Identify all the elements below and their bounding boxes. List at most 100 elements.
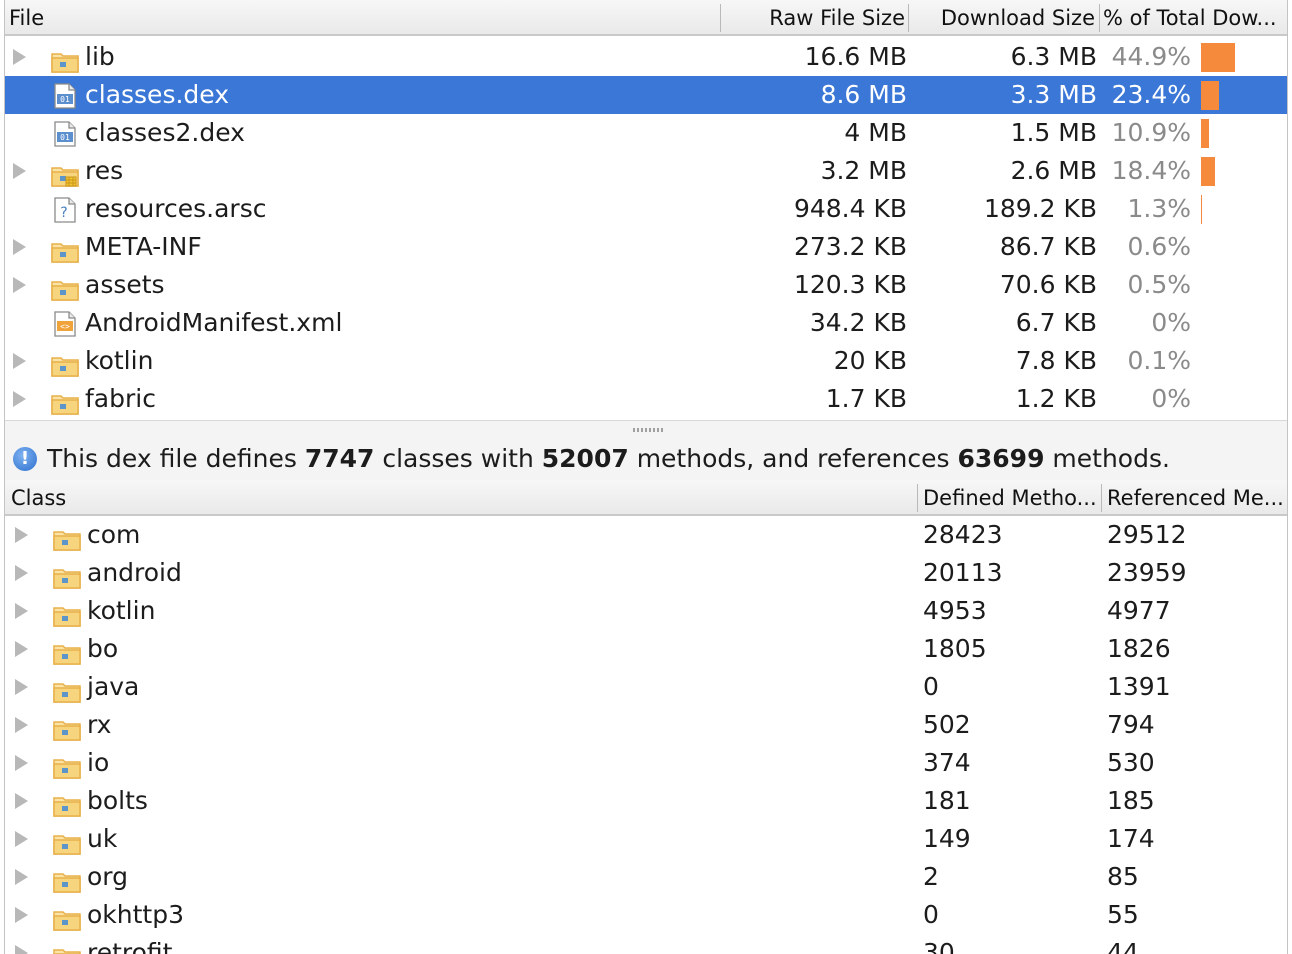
dex-file-icon: 01	[54, 82, 76, 109]
percent-of-total: 10.9%	[1111, 118, 1191, 147]
percent-of-total: 0.6%	[1127, 232, 1191, 261]
expand-arrow-icon[interactable]	[15, 679, 28, 695]
referenced-methods: 1391	[1107, 672, 1171, 701]
column-header-defined-methods[interactable]: Defined Metho...	[923, 480, 1099, 514]
package-name: android	[87, 558, 182, 587]
file-row[interactable]: ? resources.arsc 948.4 KB 189.2 KB 1.3%	[5, 190, 1287, 228]
file-table-header: File Raw File Size Download Size % of To…	[5, 0, 1287, 36]
expand-arrow-icon[interactable]	[13, 163, 26, 179]
class-row[interactable]: uk 149 174	[5, 820, 1287, 858]
expand-arrow-icon[interactable]	[15, 565, 28, 581]
file-row[interactable]: 01 classes.dex 8.6 MB 3.3 MB 23.4%	[5, 76, 1287, 114]
file-row[interactable]: fabric 1.7 KB 1.2 KB 0%	[5, 380, 1287, 418]
class-row[interactable]: io 374 530	[5, 744, 1287, 782]
expand-arrow-icon[interactable]	[15, 945, 28, 954]
package-folder-icon	[53, 904, 81, 931]
class-row[interactable]: android 20113 23959	[5, 554, 1287, 592]
percent-of-total: 18.4%	[1111, 156, 1191, 185]
percent-bar	[1201, 81, 1219, 110]
download-size: 2.6 MB	[1010, 156, 1097, 185]
file-row[interactable]: kotlin 20 KB 7.8 KB 0.1%	[5, 342, 1287, 380]
download-size: 6.3 MB	[1010, 42, 1097, 71]
percent-of-total: 0%	[1151, 384, 1191, 413]
defined-methods: 2	[923, 862, 939, 891]
column-header-raw-size[interactable]: Raw File Size	[721, 0, 907, 34]
expand-arrow-icon[interactable]	[13, 239, 26, 255]
expand-arrow-icon[interactable]	[15, 641, 28, 657]
package-folder-icon	[53, 562, 81, 589]
expand-arrow-icon[interactable]	[13, 49, 26, 65]
expand-arrow-icon[interactable]	[15, 527, 28, 543]
file-name: kotlin	[85, 346, 154, 375]
package-name: okhttp3	[87, 900, 184, 929]
raw-size: 16.6 MB	[804, 42, 907, 71]
expand-arrow-icon[interactable]	[13, 277, 26, 293]
expand-arrow-icon[interactable]	[15, 831, 28, 847]
file-row[interactable]: lib 16.6 MB 6.3 MB 44.9%	[5, 38, 1287, 76]
expand-arrow-icon[interactable]	[13, 353, 26, 369]
package-name: rx	[87, 710, 112, 739]
file-row[interactable]: 01 classes2.dex 4 MB 1.5 MB 10.9%	[5, 114, 1287, 152]
referenced-methods: 185	[1107, 786, 1155, 815]
column-header-file[interactable]: File	[9, 0, 709, 34]
package-folder-icon	[53, 942, 81, 954]
defined-methods: 1805	[923, 634, 987, 663]
referenced-methods: 85	[1107, 862, 1139, 891]
raw-size: 4 MB	[844, 118, 907, 147]
defined-methods: 0	[923, 672, 939, 701]
percent-of-total: 23.4%	[1111, 80, 1191, 109]
column-header-download-size[interactable]: Download Size	[909, 0, 1097, 34]
package-name: io	[87, 748, 110, 777]
file-row[interactable]: res 3.2 MB 2.6 MB 18.4%	[5, 152, 1287, 190]
defined-methods: 181	[923, 786, 971, 815]
file-row[interactable]: assets 120.3 KB 70.6 KB 0.5%	[5, 266, 1287, 304]
expand-arrow-icon[interactable]	[15, 603, 28, 619]
expand-arrow-icon[interactable]	[15, 869, 28, 885]
class-row[interactable]: java 0 1391	[5, 668, 1287, 706]
percent-of-total: 0.5%	[1127, 270, 1191, 299]
package-folder-icon	[53, 790, 81, 817]
class-row[interactable]: bolts 181 185	[5, 782, 1287, 820]
column-header-class[interactable]: Class	[11, 480, 911, 514]
column-header-referenced-methods[interactable]: Referenced Me...	[1107, 480, 1285, 514]
expand-arrow-icon[interactable]	[15, 755, 28, 771]
expand-arrow-icon[interactable]	[15, 717, 28, 733]
percent-bar	[1201, 119, 1209, 148]
expand-arrow-icon[interactable]	[15, 793, 28, 809]
class-row[interactable]: kotlin 4953 4977	[5, 592, 1287, 630]
expand-arrow-icon[interactable]	[13, 391, 26, 407]
splitter-grip-icon[interactable]	[633, 428, 663, 432]
svg-text:01: 01	[60, 95, 70, 104]
class-row[interactable]: bo 1805 1826	[5, 630, 1287, 668]
percent-of-total: 0.1%	[1127, 346, 1191, 375]
folder-icon	[51, 350, 79, 377]
class-table-header: Class Defined Metho... Referenced Me...	[5, 480, 1287, 516]
folder-icon	[51, 388, 79, 415]
defined-methods: 0	[923, 900, 939, 929]
class-row[interactable]: rx 502 794	[5, 706, 1287, 744]
download-size: 7.8 KB	[1015, 346, 1097, 375]
percent-of-total: 0%	[1151, 308, 1191, 337]
file-name: assets	[85, 270, 165, 299]
package-folder-icon	[53, 714, 81, 741]
svg-text:01: 01	[60, 133, 70, 142]
file-row[interactable]: <> AndroidManifest.xml 34.2 KB 6.7 KB 0%	[5, 304, 1287, 342]
dex-info-bar: ! This dex file defines 7747 classes wit…	[5, 438, 1287, 480]
file-name: classes.dex	[85, 80, 230, 109]
raw-size: 34.2 KB	[809, 308, 907, 337]
percent-bar	[1201, 157, 1215, 186]
column-header-percent[interactable]: % of Total Dow...	[1103, 0, 1285, 34]
class-row[interactable]: com 28423 29512	[5, 516, 1287, 554]
class-row[interactable]: retrofit 30 44	[5, 934, 1287, 954]
panel-splitter[interactable]	[5, 420, 1287, 438]
unknown-file-icon: ?	[54, 196, 76, 223]
class-row[interactable]: org 2 85	[5, 858, 1287, 896]
download-size: 86.7 KB	[999, 232, 1097, 261]
package-name: com	[87, 520, 141, 549]
class-row[interactable]: okhttp3 0 55	[5, 896, 1287, 934]
expand-arrow-icon[interactable]	[15, 907, 28, 923]
package-folder-icon	[53, 676, 81, 703]
file-row[interactable]: META-INF 273.2 KB 86.7 KB 0.6%	[5, 228, 1287, 266]
download-size: 70.6 KB	[999, 270, 1097, 299]
folder-icon	[51, 46, 79, 73]
